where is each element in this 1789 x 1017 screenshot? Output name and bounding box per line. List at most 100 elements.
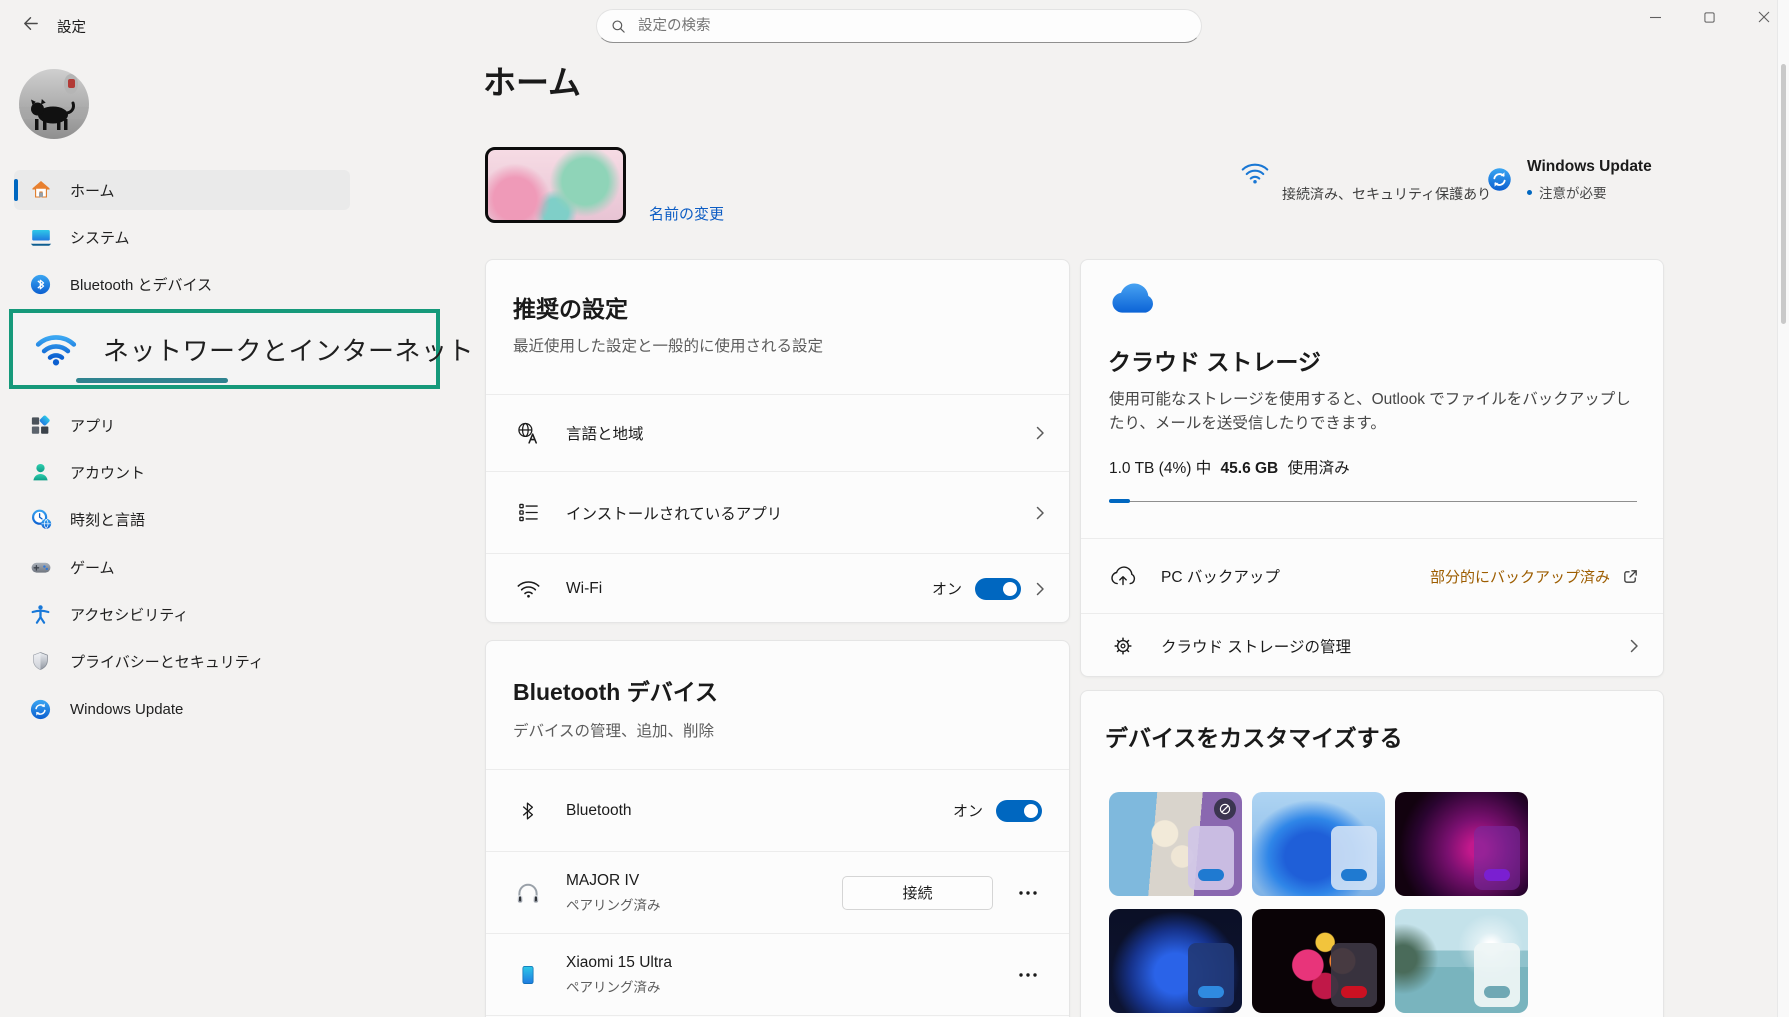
connect-button[interactable]: 接続 (842, 876, 993, 910)
sidebar-item-system[interactable]: システム (14, 217, 350, 257)
phone-icon (513, 964, 543, 986)
network-status-text: 接続済み、セキュリティ保護あり (1282, 184, 1491, 204)
cat-photo (19, 69, 89, 139)
bluetooth-toggle[interactable] (996, 800, 1042, 822)
sidebar-item-label: アプリ (70, 415, 115, 436)
wifi-toggle[interactable] (975, 578, 1021, 600)
progress-track (1109, 501, 1637, 502)
recommended-settings-card: 推奨の設定 最近使用した設定と一般的に使用される設定 言語と地域 インストールさ… (485, 259, 1070, 623)
sidebar-item-label: アカウント (70, 462, 145, 483)
rename-link[interactable]: 名前の変更 (649, 203, 724, 224)
cloud-upload-icon (1108, 565, 1138, 587)
accent-pill (1198, 986, 1224, 998)
sidebar-item-home[interactable]: ホーム (14, 170, 350, 210)
progress-fill (1109, 499, 1130, 503)
card-title: Bluetooth デバイス (513, 673, 718, 707)
accent-pill (1484, 869, 1510, 881)
row-language-region[interactable]: 言語と地域 (486, 394, 1069, 471)
row-device-xiaomi[interactable]: Xiaomi 15 Ultra ペアリング済み (486, 933, 1069, 1015)
page-title: ホーム (483, 56, 581, 104)
shield-icon (28, 649, 53, 674)
card-title: 推奨の設定 (513, 290, 628, 324)
user-avatar[interactable] (19, 69, 89, 139)
theme-tile-flower-dark[interactable] (1252, 909, 1385, 1013)
sidebar-item-apps[interactable]: アプリ (14, 405, 350, 445)
storage-usage-text: 1.0 TB (4%) 中 45.6 GB 使用済み (1109, 456, 1350, 478)
sidebar-item-windows-update[interactable]: Windows Update (14, 689, 350, 729)
back-arrow-icon (21, 14, 40, 33)
search-box[interactable] (596, 9, 1202, 43)
scrollbar-thumb[interactable] (1781, 64, 1786, 324)
language-globe-icon (513, 421, 543, 446)
row-installed-apps[interactable]: インストールされているアプリ (486, 471, 1069, 553)
theme-tile-bloom-dark[interactable] (1109, 909, 1242, 1013)
theme-preview-overlay (1474, 826, 1520, 890)
theme-tile-bloom-light[interactable] (1252, 792, 1385, 896)
covered-row-sliver (76, 378, 228, 383)
hide-suggestion-icon[interactable] (1214, 798, 1236, 820)
theme-tile-glow-purple[interactable] (1395, 792, 1528, 896)
sidebar-item-label: アクセシビリティ (70, 604, 188, 625)
settings-window: 設定 ホーム システム Bluetooth とデバイス (0, 0, 1789, 1017)
theme-tile-photo-collage[interactable] (1109, 792, 1242, 896)
headphones-icon (513, 881, 543, 905)
customize-device-card: デバイスをカスタマイズする (1080, 690, 1664, 1017)
network-status[interactable]: 接続済み、セキュリティ保護あり (1240, 160, 1491, 204)
theme-tile-beach[interactable] (1395, 909, 1528, 1013)
gear-icon (1108, 636, 1138, 656)
selected-indicator (14, 179, 18, 201)
bluetooth-icon (28, 272, 53, 297)
row-device-major-iv[interactable]: MAJOR IV ペアリング済み 接続 (486, 851, 1069, 933)
row-bluetooth-toggle[interactable]: Bluetooth オン (486, 769, 1069, 851)
chevron-right-icon (1035, 425, 1045, 441)
sidebar-item-gaming[interactable]: ゲーム (14, 547, 350, 587)
app-list-icon (513, 501, 543, 524)
device-name: MAJOR IV (566, 872, 661, 890)
search-input[interactable] (636, 17, 1187, 35)
chevron-right-icon (1629, 638, 1639, 654)
device-wallpaper-preview (485, 147, 626, 223)
row-manage-cloud-storage[interactable]: クラウド ストレージの管理 (1081, 613, 1663, 677)
sidebar-item-privacy-security[interactable]: プライバシーとセキュリティ (14, 641, 350, 681)
chevron-right-icon (1035, 581, 1045, 597)
row-label: Bluetooth (566, 802, 632, 820)
clock-globe-icon (28, 507, 53, 532)
status-dot (1527, 190, 1532, 195)
usage-prefix: 1.0 TB (4%) 中 (1109, 460, 1211, 477)
sidebar-item-accessibility[interactable]: アクセシビリティ (14, 594, 350, 634)
theme-preview-overlay (1474, 943, 1520, 1007)
highlighted-item-label: ネットワークとインターネット (103, 331, 474, 368)
scrollbar-track[interactable] (1777, 0, 1789, 1017)
windows-update-status[interactable]: Windows Update 注意が必要 (1486, 158, 1652, 202)
cloud-icon (1109, 282, 1155, 316)
wifi-icon (513, 578, 543, 599)
more-options-button[interactable] (1011, 878, 1045, 908)
sidebar-item-network-highlighted[interactable]: ネットワークとインターネット (9, 309, 440, 389)
row-wifi[interactable]: Wi-Fi オン (486, 553, 1069, 623)
sidebar-item-label: 時刻と言語 (70, 509, 145, 530)
sidebar-item-bluetooth-devices[interactable]: Bluetooth とデバイス (14, 264, 350, 304)
more-options-button[interactable] (1011, 960, 1045, 990)
accent-pill (1341, 986, 1367, 998)
row-pc-backup[interactable]: PC バックアップ 部分的にバックアップ済み (1081, 538, 1663, 613)
back-button[interactable] (12, 8, 48, 38)
account-icon (28, 460, 53, 485)
toggle-state-label: オン (953, 800, 983, 821)
minimize-button[interactable] (1632, 0, 1678, 34)
sidebar-item-accounts[interactable]: アカウント (14, 452, 350, 492)
sidebar-item-label: システム (70, 227, 130, 248)
windows-update-icon (1486, 166, 1513, 193)
accent-pill (1484, 986, 1510, 998)
card-subtitle: デバイスの管理、追加、削除 (513, 719, 714, 741)
chevron-right-icon (1035, 505, 1045, 521)
app-title: 設定 (57, 16, 86, 37)
gamepad-icon (28, 555, 53, 580)
windows-update-icon (28, 697, 53, 722)
maximize-button[interactable] (1686, 0, 1732, 34)
accent-pill (1341, 869, 1367, 881)
card-title: クラウド ストレージ (1108, 343, 1321, 377)
external-link-icon (1622, 568, 1639, 585)
wifi-icon (35, 331, 77, 367)
theme-preview-overlay (1188, 943, 1234, 1007)
sidebar-item-time-language[interactable]: 時刻と言語 (14, 499, 350, 539)
